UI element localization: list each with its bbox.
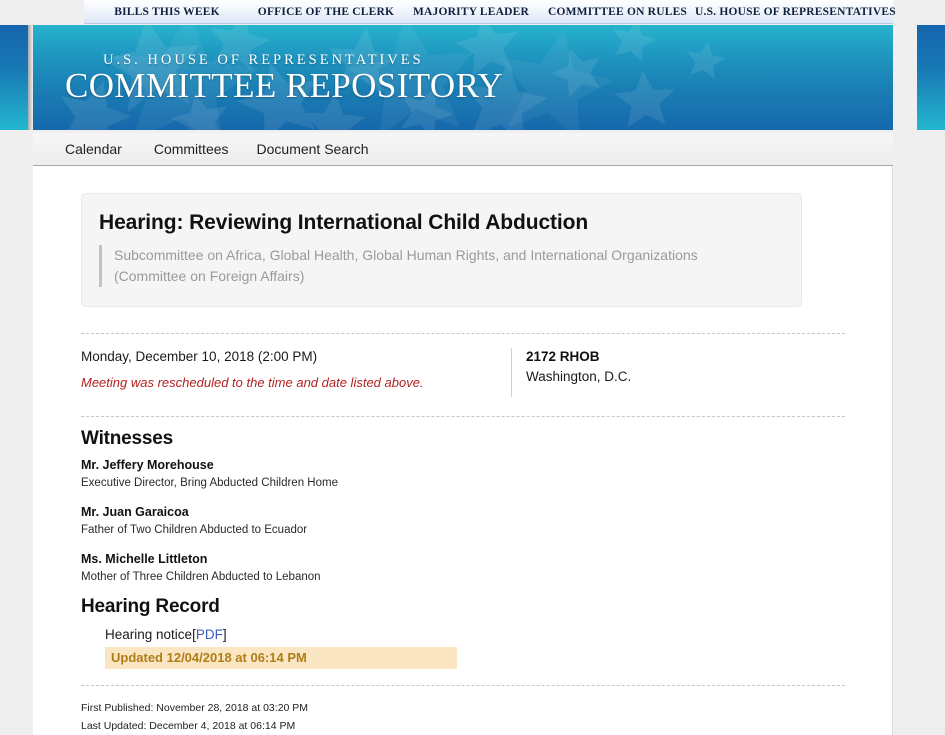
record-bracket-close: ] (222, 627, 227, 642)
witness-role: Executive Director, Bring Abducted Child… (81, 477, 338, 489)
last-updated-stamp: Last Updated: December 4, 2018 at 06:14 … (81, 720, 296, 732)
hearing-city: Washington, D.C. (526, 369, 632, 384)
banner-title: COMMITTEE REPOSITORY (65, 66, 504, 105)
divider-bottom (81, 685, 845, 686)
banner-left-edge-strip (0, 25, 28, 130)
witnesses-section: Witnesses Mr. Jeffery Morehouse Executiv… (81, 428, 845, 585)
witness-item: Ms. Michelle Littleton Mother of Three C… (81, 551, 845, 585)
banner-right-edge-strip (917, 25, 945, 130)
witnesses-heading: Witnesses (81, 428, 174, 449)
meta-vertical-divider (511, 348, 512, 397)
topnav-item-majority-leader[interactable]: MAJORITY LEADER (402, 6, 540, 18)
subnav-item-calendar[interactable]: Calendar (65, 141, 122, 157)
hearing-record-section: Hearing Record Hearing notice[PDF] Updat… (81, 596, 845, 669)
top-utility-nav: BILLS THIS WEEK OFFICE OF THE CLERK MAJO… (84, 0, 896, 24)
witness-item: Mr. Juan Garaicoa Father of Two Children… (81, 504, 845, 538)
divider-witnesses (81, 416, 845, 417)
hearing-datetime-block: Monday, December 10, 2018 (2:00 PM) Meet… (81, 348, 511, 397)
subnav-item-document-search[interactable]: Document Search (257, 141, 369, 157)
record-updated-badge: Updated 12/04/2018 at 06:14 PM (105, 647, 457, 669)
site-banner: U.S. HOUSE OF REPRESENTATIVES COMMITTEE … (33, 25, 893, 130)
hearing-reschedule-note: Meeting was rescheduled to the time and … (81, 375, 424, 390)
topnav-item-us-house-of-representatives[interactable]: U.S. HOUSE OF REPRESENTATIVES (695, 6, 896, 18)
hearing-datetime: Monday, December 10, 2018 (2:00 PM) (81, 349, 318, 364)
witness-name: Mr. Juan Garaicoa (81, 505, 189, 519)
hearing-record-item: Hearing notice[PDF] (105, 625, 845, 644)
hearing-record-list: Hearing notice[PDF] Updated 12/04/2018 a… (81, 625, 845, 669)
main-content: Hearing: Reviewing International Child A… (33, 166, 893, 735)
first-published-stamp: First Published: November 28, 2018 at 03… (81, 702, 309, 714)
witness-item: Mr. Jeffery Morehouse Executive Director… (81, 457, 845, 491)
hearing-room: 2172 RHOB (526, 349, 600, 364)
subnav-item-committees[interactable]: Committees (154, 141, 229, 157)
witness-name: Ms. Michelle Littleton (81, 552, 208, 566)
hearing-meta-row: Monday, December 10, 2018 (2:00 PM) Meet… (81, 348, 845, 397)
publication-stamps: First Published: November 28, 2018 at 03… (81, 699, 845, 735)
divider-top (81, 333, 845, 334)
witness-name: Mr. Jeffery Morehouse (81, 458, 214, 472)
page-root: BILLS THIS WEEK OFFICE OF THE CLERK MAJO… (0, 0, 945, 735)
topnav-item-bills-this-week[interactable]: BILLS THIS WEEK (84, 6, 250, 18)
page-title: Hearing: Reviewing International Child A… (99, 211, 589, 234)
hearing-subcommittee: Subcommittee on Africa, Global Health, G… (114, 247, 698, 263)
hearing-subtitle: Subcommittee on Africa, Global Health, G… (99, 245, 781, 287)
hearing-parent-committee: (Committee on Foreign Affairs) (114, 268, 305, 284)
hearing-record-heading: Hearing Record (81, 596, 220, 617)
witness-role: Mother of Three Children Abducted to Leb… (81, 571, 321, 583)
secondary-nav: Calendar Committees Document Search (33, 133, 893, 166)
record-pdf-link[interactable]: PDF (196, 627, 223, 642)
topnav-item-committee-on-rules[interactable]: COMMITTEE ON RULES (540, 6, 695, 18)
topnav-item-office-of-the-clerk[interactable]: OFFICE OF THE CLERK (250, 6, 402, 18)
record-document-label: Hearing notice (105, 627, 193, 642)
witness-role: Father of Two Children Abducted to Ecuad… (81, 524, 308, 536)
hearing-title-card: Hearing: Reviewing International Child A… (81, 193, 802, 307)
hearing-location-block: 2172 RHOB Washington, D.C. (526, 348, 845, 397)
banner-wordmark: U.S. HOUSE OF REPRESENTATIVES COMMITTEE … (65, 52, 503, 105)
